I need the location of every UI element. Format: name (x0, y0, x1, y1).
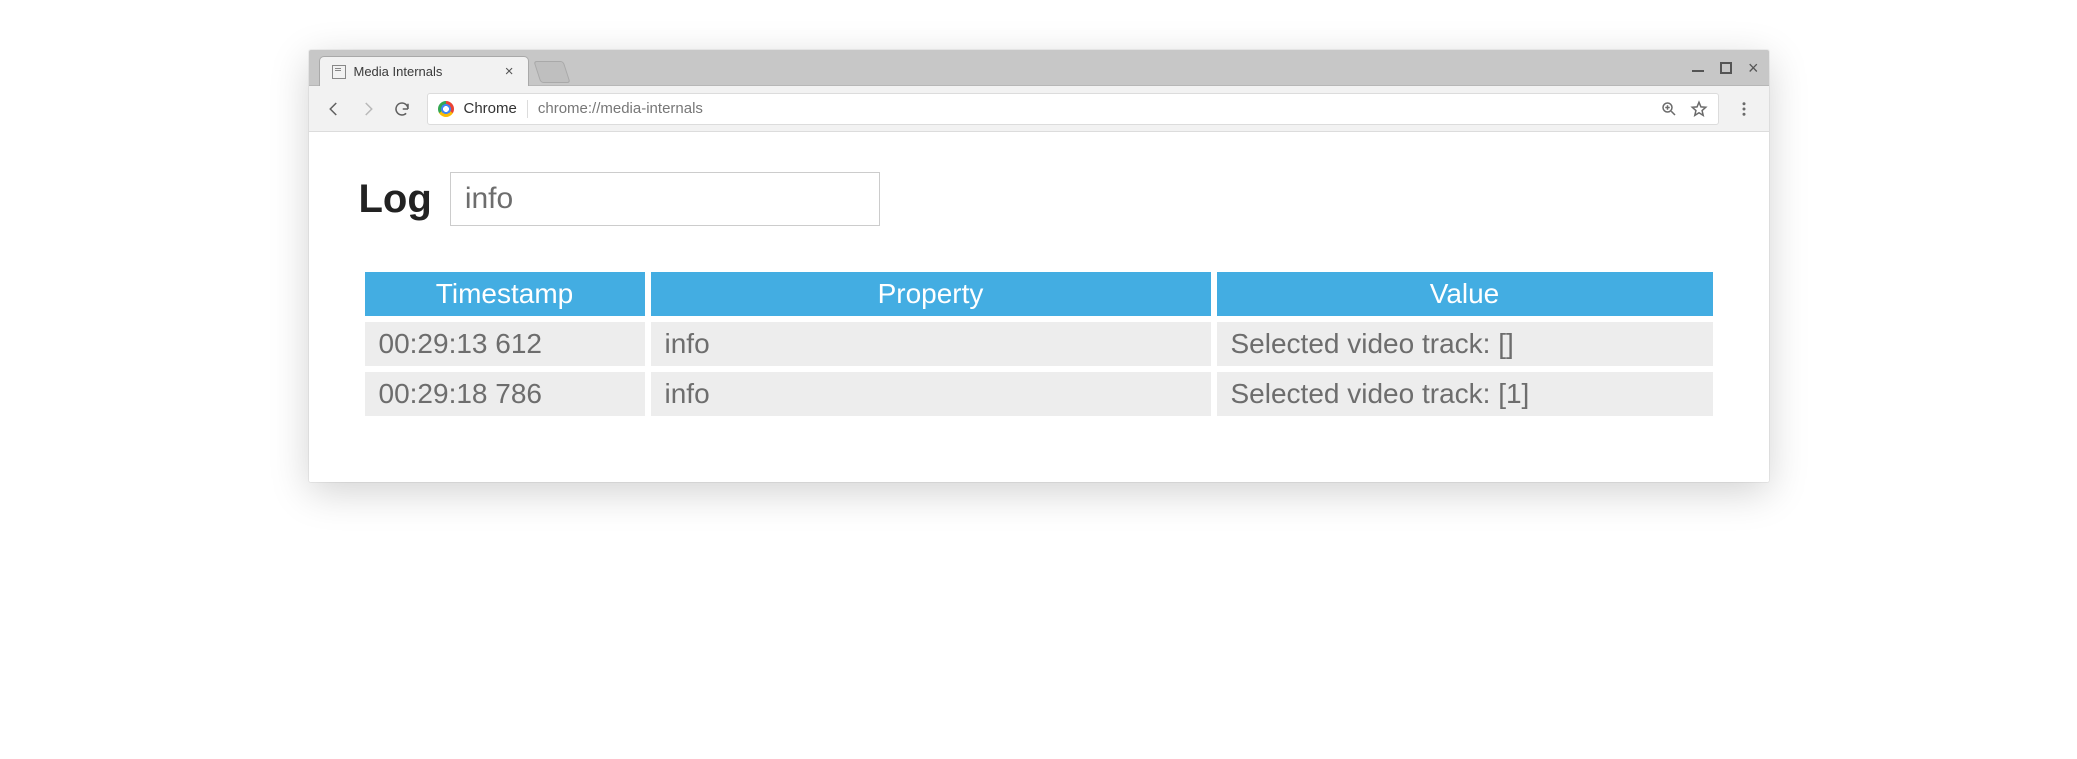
browser-window: Media Internals × × Chrome (309, 50, 1769, 482)
table-header-row: Timestamp Property Value (365, 272, 1713, 316)
log-heading: Log (359, 177, 432, 222)
col-property: Property (651, 272, 1211, 316)
new-tab-button[interactable] (533, 61, 570, 83)
browser-toolbar: Chrome chrome://media-internals (309, 86, 1769, 132)
cell-property: info (651, 372, 1211, 416)
back-button[interactable] (319, 94, 349, 124)
close-tab-icon[interactable]: × (501, 62, 518, 81)
minimize-icon[interactable] (1692, 64, 1704, 72)
cell-property: info (651, 322, 1211, 366)
tab-title: Media Internals (354, 64, 493, 79)
table-row: 00:29:18 786 info Selected video track: … (365, 372, 1713, 416)
arrow-right-icon (359, 100, 377, 118)
origin-separator (527, 100, 528, 118)
cell-value: Selected video track: [1] (1217, 372, 1713, 416)
url-text: chrome://media-internals (538, 100, 1650, 117)
zoom-icon[interactable] (1660, 100, 1678, 118)
tab-strip: Media Internals × × (309, 50, 1769, 86)
window-controls: × (1692, 50, 1759, 85)
cell-timestamp: 00:29:18 786 (365, 372, 645, 416)
log-header: Log (359, 172, 1719, 226)
origin-label: Chrome (464, 100, 517, 117)
page-favicon-icon (332, 65, 346, 79)
col-value: Value (1217, 272, 1713, 316)
chrome-logo-icon (438, 101, 454, 117)
log-table: Timestamp Property Value 00:29:13 612 in… (359, 266, 1719, 422)
close-window-icon[interactable]: × (1748, 59, 1759, 77)
browser-tab[interactable]: Media Internals × (319, 56, 529, 86)
browser-menu-button[interactable] (1729, 94, 1759, 124)
log-filter-input[interactable] (450, 172, 880, 226)
forward-button[interactable] (353, 94, 383, 124)
reload-icon (393, 100, 411, 118)
cell-value: Selected video track: [] (1217, 322, 1713, 366)
page-content: Log Timestamp Property Value 00:29:13 6 (309, 132, 1769, 482)
bookmark-star-icon[interactable] (1690, 100, 1708, 118)
arrow-left-icon (325, 100, 343, 118)
table-row: 00:29:13 612 info Selected video track: … (365, 322, 1713, 366)
col-timestamp: Timestamp (365, 272, 645, 316)
vertical-dots-icon (1735, 100, 1753, 118)
maximize-icon[interactable] (1720, 62, 1732, 74)
address-bar[interactable]: Chrome chrome://media-internals (427, 93, 1719, 125)
reload-button[interactable] (387, 94, 417, 124)
cell-timestamp: 00:29:13 612 (365, 322, 645, 366)
